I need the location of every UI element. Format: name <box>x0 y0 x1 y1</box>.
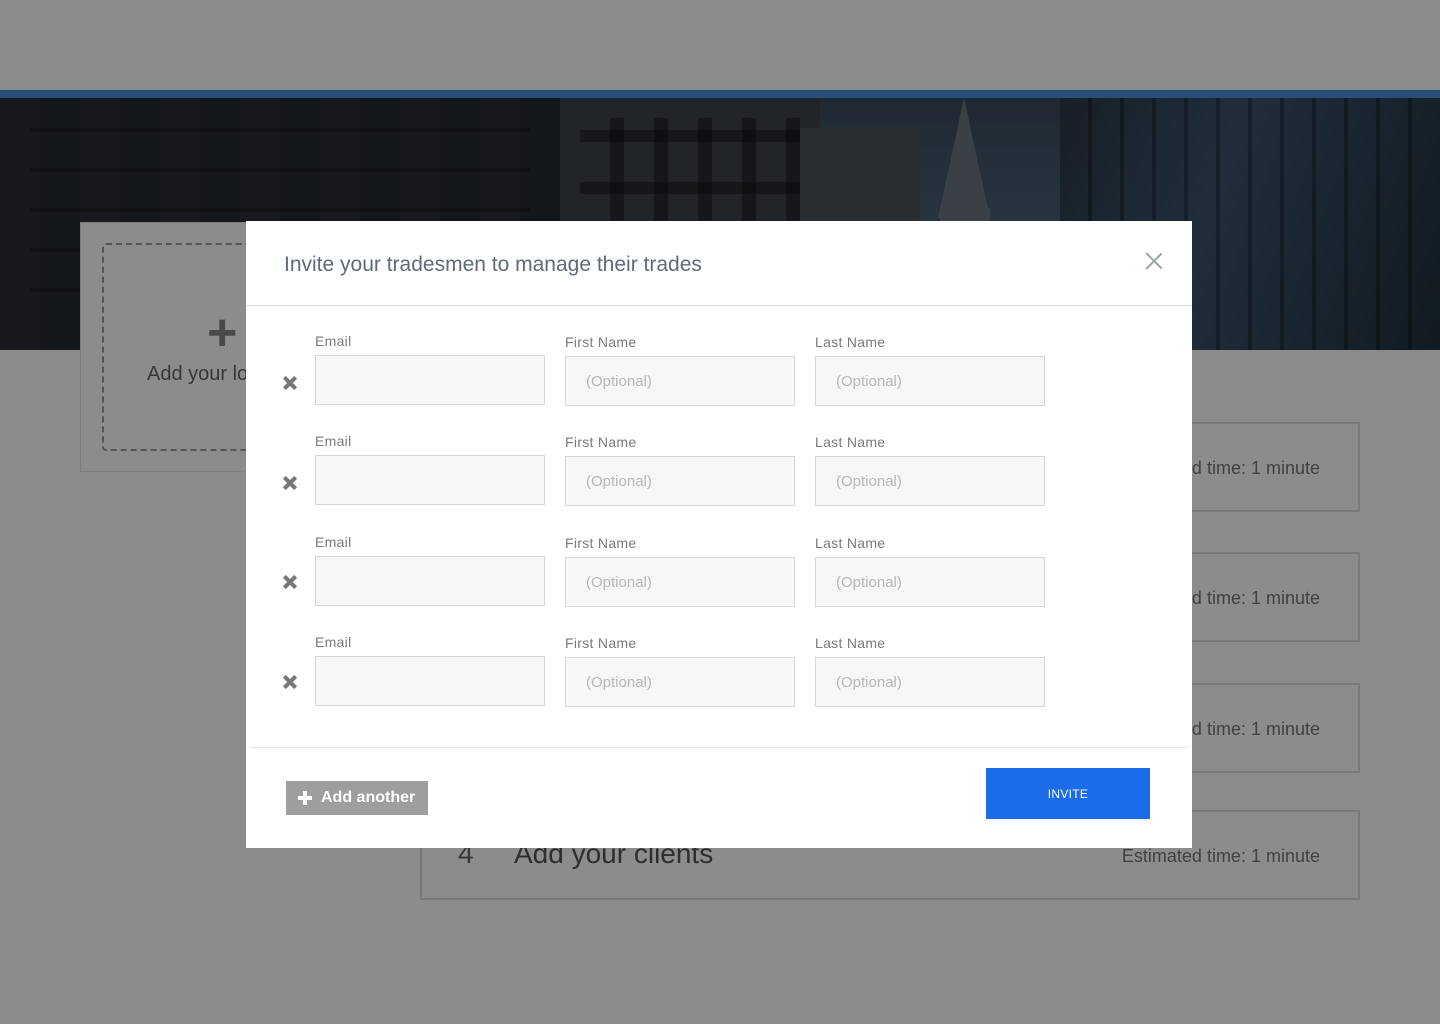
close-icon[interactable] <box>1142 249 1166 273</box>
first-name-input[interactable] <box>565 356 795 406</box>
first-name-field-group: First Name <box>565 535 797 607</box>
remove-row-icon[interactable] <box>282 375 298 391</box>
first-name-label: First Name <box>565 434 637 450</box>
last-name-field-group: Last Name <box>815 635 1047 707</box>
first-name-field-group: First Name <box>565 434 797 506</box>
modal-title: Invite your tradesmen to manage their tr… <box>284 253 702 276</box>
add-another-button[interactable]: Add another <box>286 781 429 815</box>
email-field-group: Email <box>315 534 547 606</box>
remove-row-icon[interactable] <box>282 574 298 590</box>
invite-tradesmen-modal: Invite your tradesmen to manage their tr… <box>246 221 1192 848</box>
email-input[interactable] <box>315 556 545 606</box>
last-name-input[interactable] <box>815 356 1045 406</box>
remove-row-icon[interactable] <box>282 475 298 491</box>
last-name-field-group: Last Name <box>815 334 1047 406</box>
invite-row: Email First Name Last Name <box>246 433 1192 513</box>
invite-button[interactable]: INVITE <box>986 768 1150 819</box>
email-label: Email <box>315 534 352 550</box>
email-input[interactable] <box>315 656 545 706</box>
last-name-input[interactable] <box>815 456 1045 506</box>
invite-row: Email First Name Last Name <box>246 634 1192 714</box>
add-another-label: Add another <box>321 789 416 806</box>
first-name-input[interactable] <box>565 657 795 707</box>
footer-divider <box>250 747 1188 748</box>
email-label: Email <box>315 433 352 449</box>
first-name-field-group: First Name <box>565 635 797 707</box>
email-input[interactable] <box>315 455 545 505</box>
first-name-input[interactable] <box>565 456 795 506</box>
first-name-field-group: First Name <box>565 334 797 406</box>
last-name-label: Last Name <box>815 535 886 551</box>
last-name-field-group: Last Name <box>815 535 1047 607</box>
email-input[interactable] <box>315 355 545 405</box>
email-label: Email <box>315 634 352 650</box>
last-name-input[interactable] <box>815 557 1045 607</box>
first-name-input[interactable] <box>565 557 795 607</box>
email-label: Email <box>315 333 352 349</box>
remove-row-icon[interactable] <box>282 674 298 690</box>
first-name-label: First Name <box>565 334 637 350</box>
email-field-group: Email <box>315 333 547 405</box>
invite-row: Email First Name Last Name <box>246 333 1192 413</box>
first-name-label: First Name <box>565 535 637 551</box>
email-field-group: Email <box>315 634 547 706</box>
invite-row: Email First Name Last Name <box>246 534 1192 614</box>
email-field-group: Email <box>315 433 547 505</box>
last-name-field-group: Last Name <box>815 434 1047 506</box>
modal-header: Invite your tradesmen to manage their tr… <box>246 221 1192 306</box>
last-name-input[interactable] <box>815 657 1045 707</box>
last-name-label: Last Name <box>815 635 886 651</box>
last-name-label: Last Name <box>815 434 886 450</box>
first-name-label: First Name <box>565 635 637 651</box>
plus-icon <box>298 791 312 805</box>
last-name-label: Last Name <box>815 334 886 350</box>
